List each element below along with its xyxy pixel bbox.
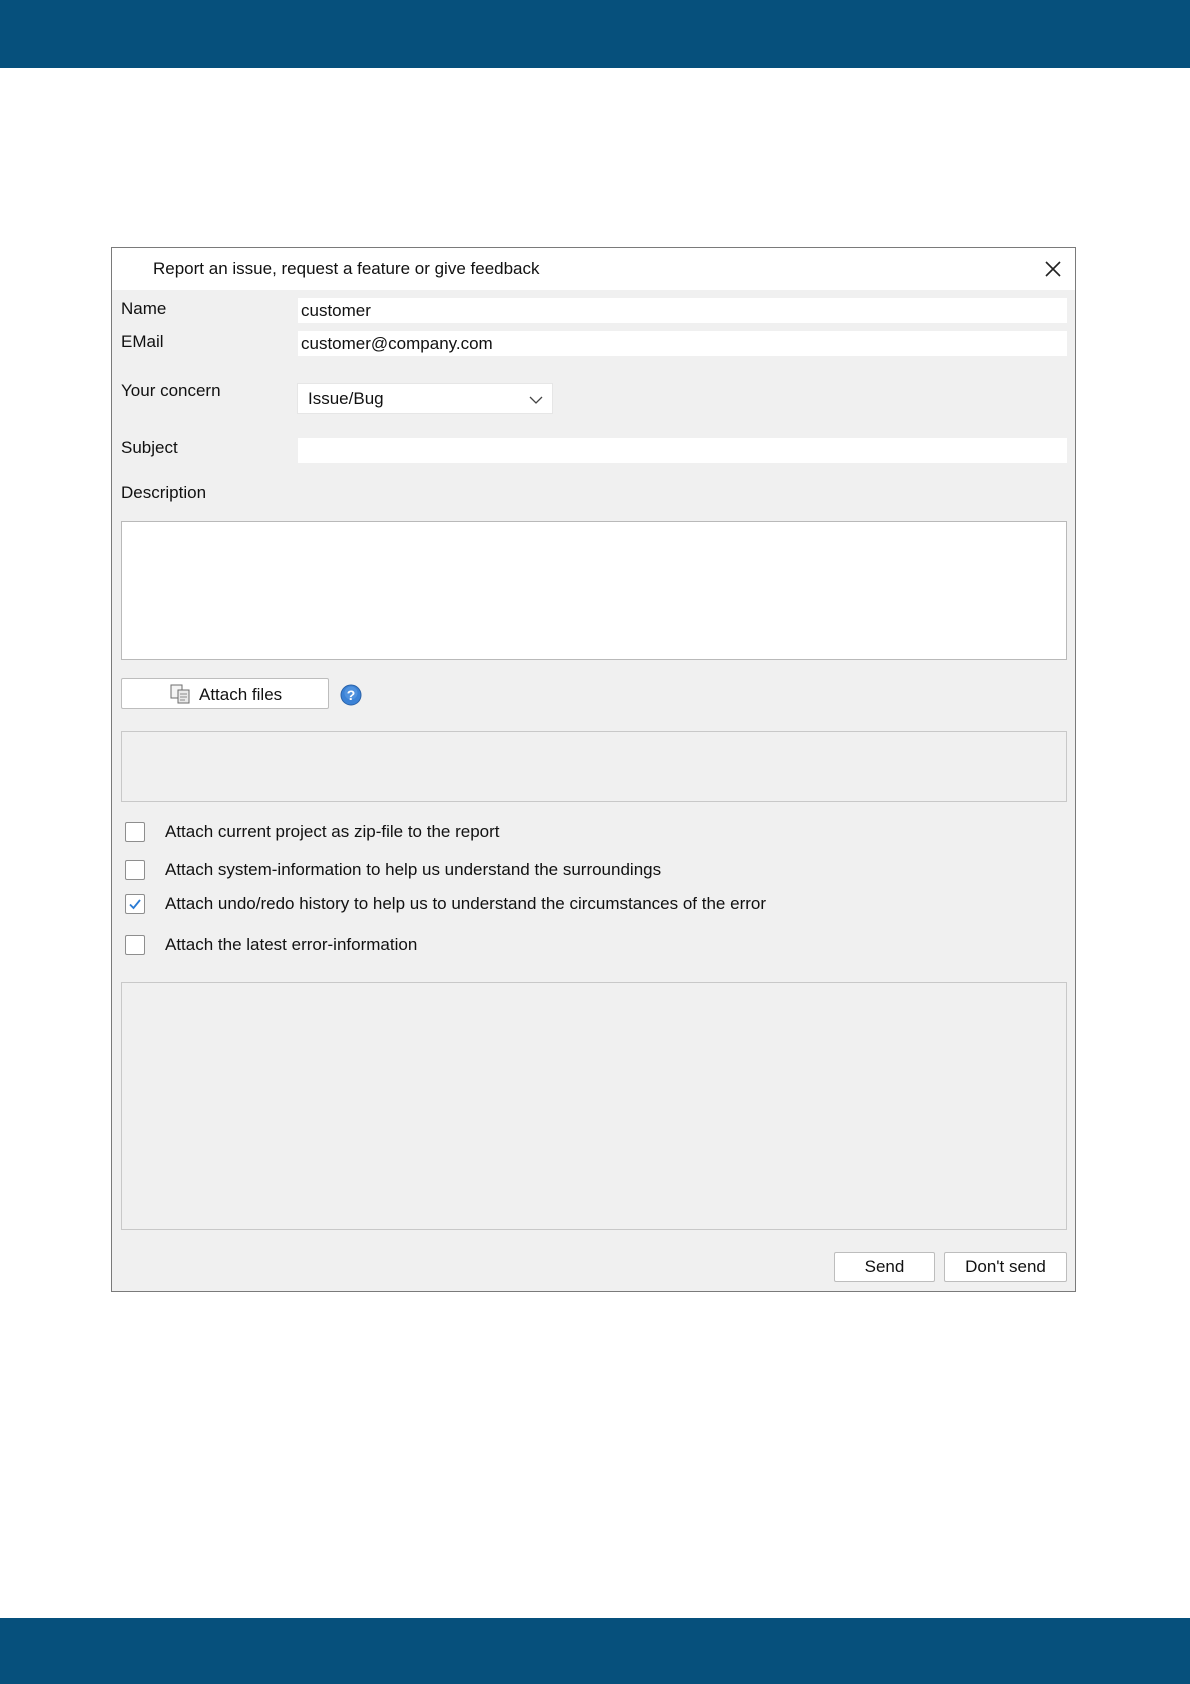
send-button[interactable]: Send (834, 1252, 935, 1282)
description-textarea[interactable] (121, 521, 1067, 660)
dont-send-button[interactable]: Don't send (944, 1252, 1067, 1282)
email-field[interactable]: customer@company.com (298, 331, 1067, 356)
description-label: Description (121, 483, 207, 502)
checkbox-checked[interactable] (125, 894, 145, 914)
checkbox[interactable] (125, 822, 145, 842)
attach-files-label: Attach files (199, 685, 283, 704)
option-attach-project[interactable]: Attach current project as zip-file to th… (125, 821, 1025, 843)
option-label: Attach the latest error-information (165, 935, 418, 954)
option-attach-error-info[interactable]: Attach the latest error-information (125, 934, 1025, 956)
dialog-title: Report an issue, request a feature or gi… (153, 259, 540, 278)
footer-band (0, 1618, 1190, 1684)
option-attach-system-info[interactable]: Attach system-information to help us und… (125, 859, 1025, 881)
checkbox[interactable] (125, 935, 145, 955)
option-label: Attach undo/redo history to help us to u… (165, 894, 767, 913)
option-label: Attach system-information to help us und… (165, 860, 662, 879)
attach-files-button[interactable]: Attach files (121, 678, 329, 709)
email-label: EMail (121, 332, 164, 351)
close-icon (1045, 261, 1061, 277)
subject-field[interactable] (298, 438, 1067, 463)
dialog-titlebar: Report an issue, request a feature or gi… (112, 248, 1075, 290)
checkbox[interactable] (125, 860, 145, 880)
close-button[interactable] (1037, 253, 1069, 285)
svg-text:?: ? (347, 687, 356, 703)
checkmark-icon (129, 899, 141, 910)
name-field[interactable]: customer (298, 298, 1067, 323)
concern-value: Issue/Bug (308, 389, 384, 408)
name-label: Name (121, 299, 167, 318)
attach-files-icon (170, 684, 190, 704)
chevron-down-icon (529, 396, 543, 404)
attached-files-list (121, 731, 1067, 802)
error-information-box (121, 982, 1067, 1230)
option-label: Attach current project as zip-file to th… (165, 822, 500, 841)
option-attach-undo-history[interactable]: Attach undo/redo history to help us to u… (125, 893, 1025, 915)
help-icon[interactable]: ? (340, 684, 362, 706)
subject-label: Subject (121, 438, 178, 457)
header-band (0, 0, 1190, 68)
concern-select[interactable]: Issue/Bug (297, 383, 553, 414)
feedback-dialog: Report an issue, request a feature or gi… (111, 247, 1076, 1292)
concern-label: Your concern (121, 381, 221, 400)
